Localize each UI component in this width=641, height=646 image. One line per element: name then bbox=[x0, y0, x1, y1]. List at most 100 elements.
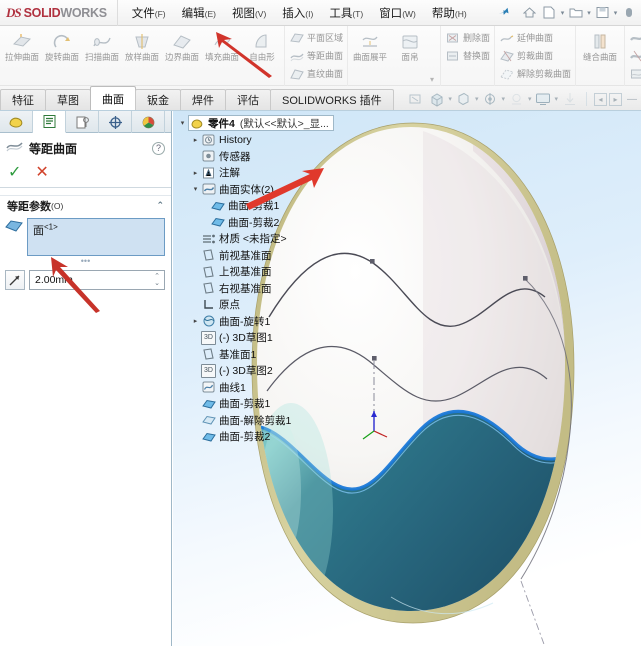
thicken-cut-button[interactable]: 加厚切除 bbox=[629, 48, 641, 63]
boundary-surface-button[interactable]: 边界曲面 bbox=[162, 29, 202, 86]
offset-surface-button[interactable]: 等距曲面 bbox=[289, 48, 343, 63]
tree-item-surface-trim-2-child[interactable]: 曲面-剪裁2 bbox=[177, 214, 368, 231]
tree-root-row[interactable]: ▾ 零件4 (默认<<默认>_显... bbox=[177, 115, 368, 132]
tree-item-3d-sketch-2[interactable]: 3D (-) 3D草图2 bbox=[177, 363, 368, 380]
view-orientation-caret-icon[interactable]: ▾ bbox=[448, 95, 452, 103]
menu-view[interactable]: 视图(V) bbox=[232, 5, 266, 21]
zoom-to-fit-icon[interactable] bbox=[406, 90, 425, 108]
knit-surface-button[interactable]: 缝合曲面 bbox=[578, 29, 622, 86]
new-document-caret-icon[interactable]: ▾ bbox=[561, 9, 565, 17]
thicken-button[interactable]: 加厚 bbox=[629, 30, 641, 45]
tab-solidworks-addins[interactable]: SOLIDWORKS 插件 bbox=[270, 89, 394, 110]
freeform-button[interactable]: 自由形 bbox=[242, 29, 282, 86]
scene-caret-icon[interactable]: ▾ bbox=[554, 95, 558, 103]
tree-item-surface-revolve[interactable]: ▸ 曲面-旋转1 bbox=[177, 313, 368, 330]
tree-item-3d-sketch-1[interactable]: 3D (-) 3D草图1 bbox=[177, 330, 368, 347]
tab-surfaces[interactable]: 曲面 bbox=[90, 86, 136, 110]
display-manager-tab[interactable] bbox=[132, 111, 165, 133]
tab-features[interactable]: 特征 bbox=[0, 89, 46, 110]
knit-patch-button[interactable]: 面帛 bbox=[390, 29, 430, 86]
offset-distance-stepper[interactable]: ⌃ ⌄ bbox=[150, 271, 164, 289]
history-twisty-icon[interactable]: ▸ bbox=[190, 136, 201, 144]
lofted-surface-button[interactable]: 放样曲面 bbox=[122, 29, 162, 86]
help-question-icon[interactable]: ? bbox=[152, 142, 165, 155]
collapse-right-button[interactable]: ▸ bbox=[609, 93, 622, 106]
tree-item-surface-trim-1-child[interactable]: 曲面-剪裁1 bbox=[177, 198, 368, 215]
save-icon[interactable] bbox=[594, 4, 611, 21]
appearance-icon[interactable] bbox=[507, 90, 526, 108]
accept-button[interactable]: ✓ bbox=[8, 165, 21, 181]
tree-item-right-plane[interactable]: 右视基准面 bbox=[177, 280, 368, 297]
menu-help[interactable]: 帮助(H) bbox=[432, 5, 467, 21]
hide-show-caret-icon[interactable]: ▾ bbox=[501, 95, 505, 103]
scene-icon[interactable] bbox=[533, 90, 552, 108]
tree-item-top-plane[interactable]: 上视基准面 bbox=[177, 264, 368, 281]
surface-bodies-twisty-icon[interactable]: ▾ bbox=[190, 185, 201, 193]
menu-file[interactable]: 文件(F) bbox=[132, 5, 166, 21]
appearance-caret-icon[interactable]: ▾ bbox=[528, 95, 532, 103]
tab-sketch[interactable]: 草图 bbox=[45, 89, 91, 110]
tree-item-material[interactable]: 材质 <未指定> bbox=[177, 231, 368, 248]
save-caret-icon[interactable]: ▾ bbox=[614, 9, 618, 17]
tree-item-sensors[interactable]: 传感器 bbox=[177, 148, 368, 165]
home-icon[interactable] bbox=[521, 4, 538, 21]
display-style-caret-icon[interactable]: ▾ bbox=[475, 95, 479, 103]
filled-surface-button[interactable]: 填充曲面 bbox=[202, 29, 242, 86]
tab-weldments[interactable]: 焊件 bbox=[180, 89, 226, 110]
open-caret-icon[interactable]: ▾ bbox=[587, 9, 591, 17]
tree-item-surface-bodies[interactable]: ▾ 曲面实体(2) bbox=[177, 181, 368, 198]
ruled-surface-button[interactable]: 直纹曲面 bbox=[289, 66, 343, 81]
planar-surface-button[interactable]: 平面区域 bbox=[289, 30, 343, 45]
trim-surface-button[interactable]: 剪裁曲面 bbox=[499, 48, 571, 63]
cancel-button[interactable]: ✕ bbox=[35, 165, 48, 181]
section-view-icon[interactable] bbox=[560, 90, 579, 108]
graphics-minimize-button[interactable]: — bbox=[627, 94, 637, 105]
ribbon-overflow-icon[interactable]: ▾ bbox=[430, 75, 438, 86]
root-twisty-icon[interactable]: ▾ bbox=[177, 119, 188, 127]
menu-insert[interactable]: 插入(I) bbox=[282, 5, 313, 21]
tree-item-annotations[interactable]: ▸ 注解 bbox=[177, 165, 368, 182]
stepper-up-icon[interactable]: ⌃ bbox=[154, 273, 160, 280]
menu-tools[interactable]: 工具(T) bbox=[329, 5, 363, 21]
offset-parameters-section-header[interactable]: 等距参数 (O) ⌃ bbox=[0, 195, 171, 215]
property-manager-tab[interactable] bbox=[33, 111, 66, 133]
open-folder-icon[interactable] bbox=[567, 4, 584, 21]
menu-edit[interactable]: 编辑(E) bbox=[182, 5, 216, 21]
offset-distance-field[interactable]: 2.00mm ⌃ ⌄ bbox=[29, 270, 165, 290]
untrim-surface-button[interactable]: 解除剪裁曲面 bbox=[499, 66, 571, 81]
tree-item-surface-trim-2[interactable]: 曲面-剪裁2 bbox=[177, 429, 368, 446]
dimxpert-manager-tab[interactable] bbox=[99, 111, 132, 133]
revolved-surface-button[interactable]: 旋转曲面 bbox=[42, 29, 82, 86]
tab-evaluate[interactable]: 评估 bbox=[225, 89, 271, 110]
print-icon[interactable] bbox=[620, 4, 637, 21]
display-style-icon[interactable] bbox=[454, 90, 473, 108]
configuration-manager-tab[interactable] bbox=[66, 111, 99, 133]
view-orientation-icon[interactable] bbox=[427, 90, 446, 108]
tree-item-surface-untrim-1[interactable]: 曲面-解除剪裁1 bbox=[177, 412, 368, 429]
feature-manager-tab[interactable] bbox=[0, 111, 33, 133]
surface-revolve-twisty-icon[interactable]: ▸ bbox=[190, 317, 201, 325]
delete-face-button[interactable]: 删除面 bbox=[445, 30, 490, 45]
tree-item-curve-1[interactable]: 曲线1 bbox=[177, 379, 368, 396]
replace-face-button[interactable]: 替换面 bbox=[445, 48, 490, 63]
sketch-point[interactable] bbox=[372, 356, 377, 361]
hide-show-icon[interactable] bbox=[480, 90, 499, 108]
collapse-left-button[interactable]: ◂ bbox=[594, 93, 607, 106]
tree-item-plane-1[interactable]: 基准面1 bbox=[177, 346, 368, 363]
flatten-surface-button[interactable]: 曲面展平 bbox=[350, 29, 390, 86]
tree-item-origin[interactable]: 原点 bbox=[177, 297, 368, 314]
tree-item-surface-trim-1[interactable]: 曲面-剪裁1 bbox=[177, 396, 368, 413]
tree-item-front-plane[interactable]: 前视基准面 bbox=[177, 247, 368, 264]
sketch-point[interactable] bbox=[523, 276, 528, 281]
extend-surface-button[interactable]: 延伸曲面 bbox=[499, 30, 571, 45]
cut-with-surface-button[interactable]: 使用曲面切除 bbox=[629, 66, 641, 81]
new-document-icon[interactable] bbox=[541, 4, 558, 21]
stepper-down-icon[interactable]: ⌄ bbox=[154, 280, 160, 287]
selected-faces-list[interactable]: 面<1> bbox=[27, 218, 165, 256]
swept-surface-button[interactable]: 扫描曲面 bbox=[82, 29, 122, 86]
pushpin-icon[interactable] bbox=[493, 3, 511, 22]
menu-window[interactable]: 窗口(W) bbox=[379, 5, 416, 21]
sketch-point[interactable] bbox=[370, 259, 375, 264]
extruded-surface-button[interactable]: 拉伸曲面 bbox=[2, 29, 42, 86]
tree-item-history[interactable]: ▸ History bbox=[177, 132, 368, 149]
